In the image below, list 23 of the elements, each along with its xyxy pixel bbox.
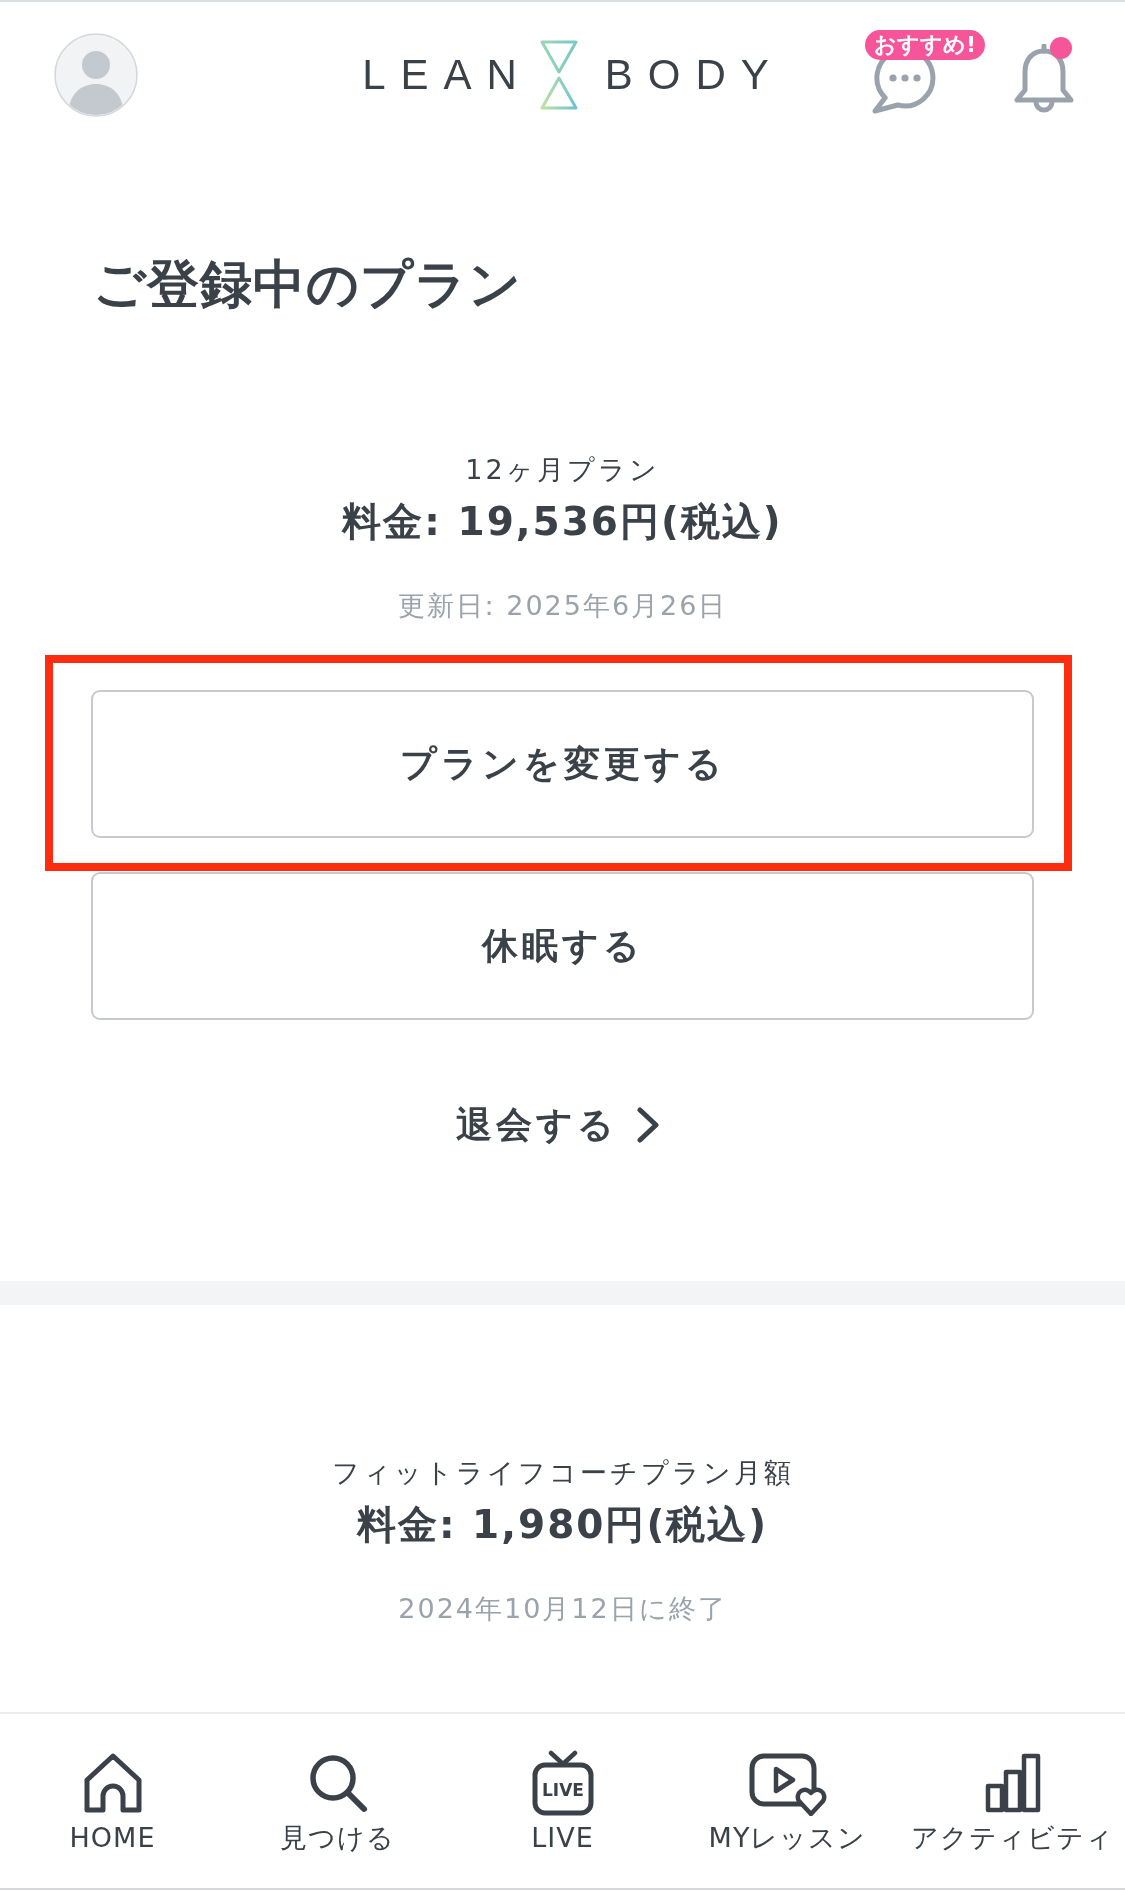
plan-price: 料金: 1,980円(税込) <box>356 1501 769 1549</box>
logo-text: BODY <box>604 50 784 100</box>
withdraw-link[interactable]: 退会する <box>455 1100 660 1150</box>
plan-action-button[interactable]: 休眠する <box>91 872 1034 1020</box>
plan-action-button[interactable]: プランを変更する <box>91 690 1034 838</box>
plan-name: 12ヶ月プラン <box>465 453 660 487</box>
tv-icon <box>532 1750 593 1816</box>
end-date: 2024年10月12日に終了 <box>398 1592 727 1626</box>
chevron-right-icon <box>635 1107 660 1143</box>
recommend-badge: おすすめ! <box>865 30 986 60</box>
page-title: ご登録中のプラン <box>93 254 522 314</box>
avatar-icon[interactable] <box>54 33 138 117</box>
plan-price: 料金: 19,536円(税込) <box>342 498 783 546</box>
hourglass-logo-icon <box>538 39 579 111</box>
icon-caption: LIVE <box>541 1780 584 1800</box>
nav-tab[interactable]: 見つける <box>225 1714 450 1888</box>
logo-text: LEAN <box>362 50 532 100</box>
nav-tab[interactable]: HOME <box>0 1714 225 1888</box>
nav-tab[interactable]: LIVE LIVE <box>450 1714 675 1888</box>
plan-name: フィットライフコーチプラン月額 <box>331 1456 794 1490</box>
nav-tab[interactable]: アクティビティ <box>900 1714 1125 1888</box>
nav-tab[interactable]: MYレッスン <box>675 1714 900 1888</box>
renewal-date: 更新日: 2025年6月26日 <box>397 589 728 623</box>
